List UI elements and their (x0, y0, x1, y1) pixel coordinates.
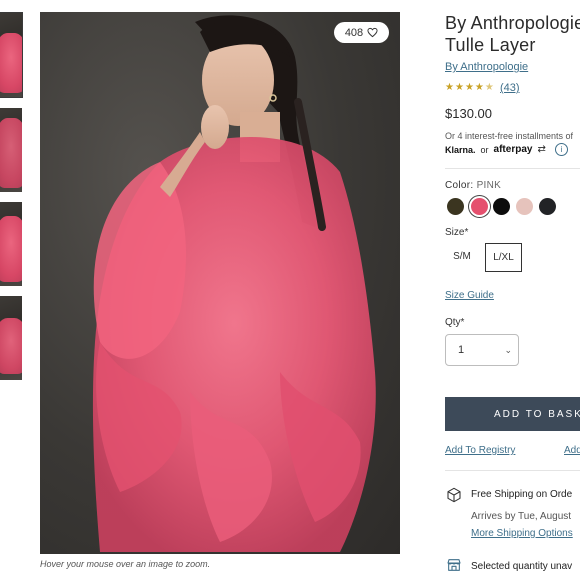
store-icon (447, 559, 461, 571)
review-count-link[interactable]: (43) (500, 82, 520, 94)
wishlist-counter[interactable]: 408 (334, 22, 389, 43)
swatch-blush[interactable] (516, 198, 533, 215)
shipping-arrival: Arrives by Tue, August (471, 511, 572, 522)
box-icon (447, 487, 461, 503)
quantity-select[interactable]: 1 ⌄ (445, 334, 519, 366)
color-label-text: Color: (445, 180, 474, 191)
size-option-lxl[interactable]: L/XL (485, 243, 522, 272)
star-icon: ★ (454, 82, 464, 93)
afterpay-icon: ⇄ (537, 144, 546, 155)
add-to-bag-button[interactable]: ADD TO BASK (445, 397, 580, 431)
shipping-title: Free Shipping on Orde (471, 489, 573, 500)
brand-link[interactable]: By Anthropologie (445, 61, 528, 73)
swatch-olive[interactable] (447, 198, 464, 215)
afterpay-logo[interactable]: afterpay (494, 144, 533, 155)
swatch-black[interactable] (493, 198, 510, 215)
secondary-add-link[interactable]: Add (564, 445, 580, 456)
divider (445, 168, 580, 169)
installments-text: Or 4 interest-free installments of (445, 131, 574, 141)
product-title-line1: By Anthropologie (445, 13, 580, 33)
product-title-line2: Tulle Layer (445, 35, 536, 55)
heart-icon (367, 27, 378, 38)
size-guide-link[interactable]: Size Guide (445, 290, 494, 301)
size-option-sm[interactable]: S/M (445, 243, 479, 270)
qty-label: Qty* (445, 317, 465, 328)
payment-options: Klarna. or afterpay ⇄ i (445, 143, 568, 156)
payment-or: or (480, 144, 489, 155)
thumbnail-image[interactable] (0, 296, 22, 380)
product-price: $130.00 (445, 106, 492, 121)
thumbnail-image[interactable] (0, 12, 23, 98)
thumbnail-image[interactable] (0, 202, 22, 286)
like-count: 408 (344, 26, 364, 39)
half-star-icon: ★ (484, 82, 494, 93)
color-label: Color: PINK (445, 180, 501, 191)
shipping-options-link[interactable]: More Shipping Options (471, 528, 573, 539)
model-illustration (92, 15, 376, 552)
info-icon[interactable]: i (554, 143, 568, 156)
chevron-down-icon: ⌄ (504, 344, 512, 355)
color-value: PINK (476, 180, 502, 191)
swatch-charcoal[interactable] (539, 198, 556, 215)
quantity-value: 1 (458, 344, 465, 356)
star-icon: ★ (474, 82, 484, 93)
rating-stars[interactable]: ★ ★ ★ ★ ★ (445, 82, 494, 94)
store-pickup-title: Selected quantity unav (471, 561, 573, 572)
zoom-hint: Hover your mouse over an image to zoom. (40, 559, 211, 569)
klarna-logo[interactable]: Klarna. (445, 145, 476, 155)
star-icon: ★ (464, 82, 474, 93)
main-product-image[interactable] (40, 12, 400, 554)
size-label: Size* (445, 227, 469, 238)
thumbnail-image[interactable] (0, 108, 22, 192)
product-title: By Anthropologie Tulle Layer (445, 12, 580, 56)
swatch-pink[interactable] (471, 198, 488, 215)
add-to-registry-link[interactable]: Add To Registry (445, 445, 515, 456)
divider (445, 470, 580, 471)
star-icon: ★ (445, 82, 454, 93)
